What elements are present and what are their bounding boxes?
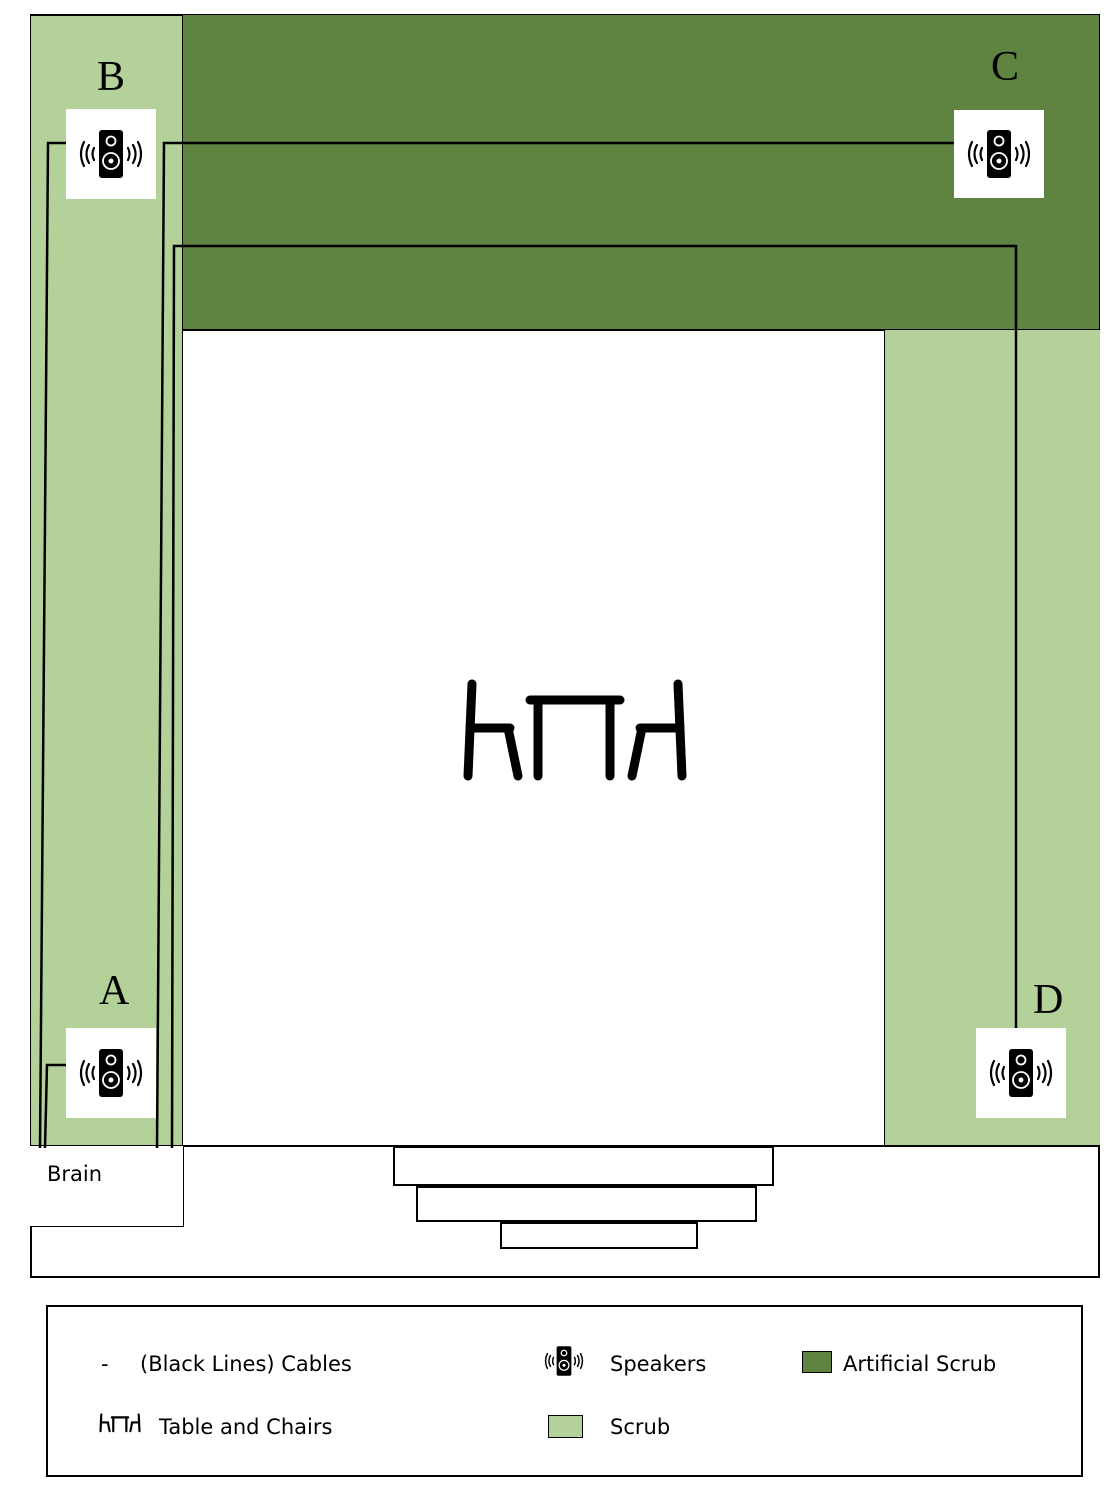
speaker-c bbox=[954, 110, 1044, 198]
speaker-label-c: C bbox=[991, 44, 1020, 90]
legend-artificial-scrub-swatch bbox=[802, 1351, 832, 1373]
speaker-icon bbox=[544, 1346, 584, 1376]
cables bbox=[38, 141, 1018, 1149]
cable-to-b bbox=[38, 141, 66, 1149]
speaker-label-d: D bbox=[1033, 977, 1064, 1023]
speaker-b bbox=[66, 109, 156, 199]
speaker-icon bbox=[79, 130, 143, 178]
table-and-chairs-icon bbox=[99, 1413, 141, 1433]
cable-to-c bbox=[155, 141, 955, 1149]
speaker-a bbox=[66, 1028, 156, 1118]
speaker-icon bbox=[989, 1049, 1053, 1097]
speaker-label-a: A bbox=[99, 968, 130, 1014]
table-and-chairs-icon bbox=[463, 679, 687, 781]
speaker-icon bbox=[967, 130, 1031, 178]
legend-cables-label: (Black Lines) Cables bbox=[140, 1352, 352, 1376]
legend-scrub-swatch bbox=[548, 1415, 583, 1438]
legend-table-label: Table and Chairs bbox=[159, 1415, 333, 1439]
speaker-icon bbox=[79, 1049, 143, 1097]
legend-cables-dash: - bbox=[101, 1352, 109, 1376]
cable-to-a bbox=[43, 1063, 66, 1149]
speaker-d bbox=[976, 1028, 1066, 1118]
speaker-label-b: B bbox=[97, 54, 126, 100]
legend-artificial-scrub-label: Artificial Scrub bbox=[843, 1352, 997, 1376]
legend bbox=[46, 1305, 1083, 1477]
legend-scrub-label: Scrub bbox=[610, 1415, 671, 1439]
legend-speakers-label: Speakers bbox=[610, 1352, 707, 1376]
